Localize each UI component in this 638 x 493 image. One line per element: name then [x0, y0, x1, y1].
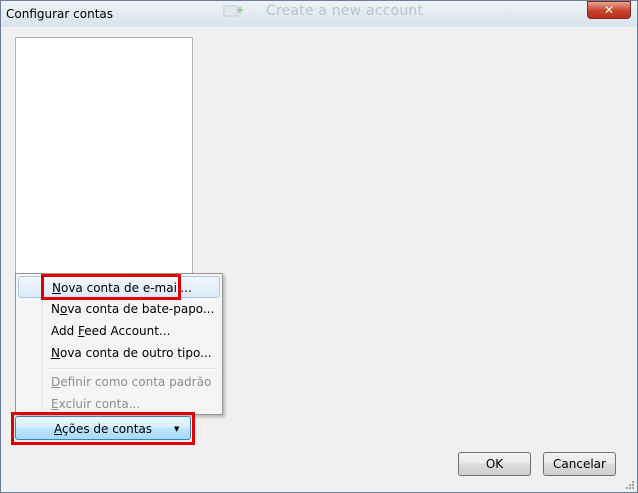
- menu-item-label: Excluir conta...: [51, 397, 140, 411]
- window-title: Configurar contas: [6, 7, 113, 21]
- menu-item-label: Definir como conta padrão: [51, 375, 211, 389]
- account-list[interactable]: [15, 37, 193, 277]
- menu-item-new-other-account[interactable]: Nova conta de outro tipo...: [18, 342, 220, 364]
- ok-button[interactable]: OK: [458, 452, 531, 476]
- menu-item-label-pre: Add: [51, 324, 79, 338]
- menu-item-label: Add Feed Account...: [51, 324, 170, 338]
- highlight-new-email: [41, 274, 181, 300]
- menu-item-label-rest: efinir como conta padrão: [60, 375, 212, 389]
- highlight-actions-button: [11, 412, 195, 445]
- cancel-button[interactable]: Cancelar: [543, 452, 616, 476]
- menu-item-label-rest: eed Account...: [84, 324, 171, 338]
- mnemonic-char: D: [51, 375, 61, 389]
- close-button[interactable]: ✕: [587, 1, 631, 19]
- title-bar[interactable]: Configurar contas Create a new account ✕: [1, 1, 637, 27]
- menu-item-label-rest: xcluir conta...: [58, 397, 141, 411]
- mnemonic-char: N: [51, 346, 60, 360]
- menu-item-new-chat-account[interactable]: Nova conta de bate-papo...: [18, 298, 220, 320]
- menu-separator: [46, 368, 218, 370]
- menu-item-set-default-account: Definir como conta padrão: [18, 371, 220, 393]
- mail-icon: [223, 5, 243, 17]
- close-icon: ✕: [603, 3, 615, 17]
- mnemonic-char: E: [51, 397, 59, 411]
- account-settings-dialog: Configurar contas Create a new account ✕…: [0, 0, 638, 493]
- menu-item-label-rest: ova conta de outro tipo...: [59, 346, 212, 360]
- menu-item-add-feed-account[interactable]: Add Feed Account...: [18, 320, 220, 342]
- menu-item-label-pre: N: [51, 302, 60, 316]
- background-window-title: Create a new account: [266, 3, 424, 19]
- menu-item-label: Nova conta de bate-papo...: [51, 302, 214, 316]
- menu-item-label-rest: va conta de bate-papo...: [67, 302, 215, 316]
- resize-grip-icon[interactable]: [624, 479, 634, 489]
- menu-item-label: Nova conta de outro tipo...: [51, 346, 212, 360]
